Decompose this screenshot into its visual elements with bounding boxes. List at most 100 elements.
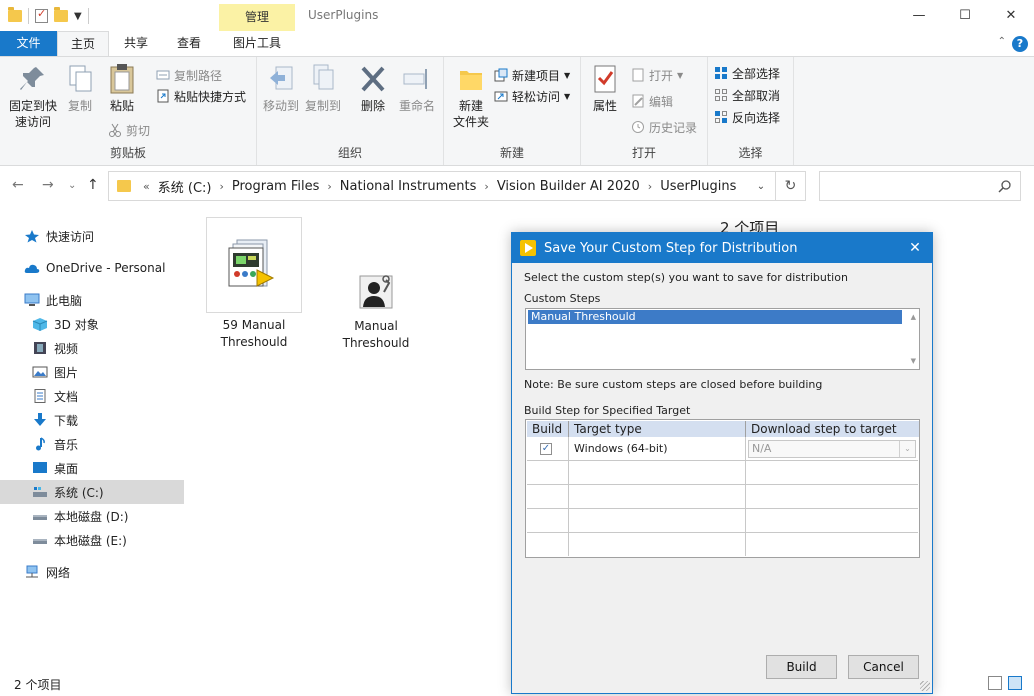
file-item[interactable]: 59 Manual Threshould	[206, 217, 302, 351]
vision-plugin-icon	[228, 239, 275, 287]
file-name-line2: Threshould	[220, 335, 288, 349]
large-icons-view-icon[interactable]	[1008, 676, 1022, 690]
tab-home[interactable]: 主页	[57, 31, 109, 57]
sidebar-item-3d-objects[interactable]: 3D 对象	[32, 312, 99, 336]
sidebar-item-drive-e[interactable]: 本地磁盘 (E:)	[32, 528, 127, 552]
custom-steps-list[interactable]: Manual Threshould ▲ ▼	[525, 308, 920, 370]
empty-cell	[569, 485, 746, 508]
recent-locations-icon[interactable]: ⌄	[68, 180, 76, 191]
address-dropdown-icon[interactable]: ⌄	[746, 171, 776, 201]
sidebar-item-this-pc[interactable]: 此电脑	[24, 288, 82, 312]
file-name-line2: Threshould	[342, 336, 410, 350]
dialog-close-button[interactable]: ✕	[898, 233, 932, 263]
build-button[interactable]: Build	[766, 655, 837, 679]
column-header-build[interactable]: Build	[527, 421, 569, 437]
breadcrumb-separator[interactable]: ›	[215, 180, 227, 193]
delete-button[interactable]: 删除	[355, 63, 391, 114]
empty-cell	[569, 509, 746, 532]
sidebar-item-music[interactable]: 音乐	[32, 432, 78, 456]
breadcrumb-overflow[interactable]: «	[139, 180, 154, 193]
maximize-button[interactable]: ☐	[942, 0, 988, 31]
sidebar-item-drive-c[interactable]: 系统 (C:)	[0, 480, 184, 504]
paste-shortcut-button[interactable]: 粘贴快捷方式	[156, 86, 246, 106]
refresh-icon[interactable]: ↻	[776, 171, 806, 201]
rename-button[interactable]: 重命名	[395, 63, 439, 114]
invert-selection-button[interactable]: 反向选择	[714, 107, 780, 127]
column-header-download[interactable]: Download step to target	[746, 421, 919, 437]
select-none-button[interactable]: 全部取消	[714, 85, 780, 105]
sidebar-item-label: 此电脑	[46, 293, 83, 308]
breadcrumb-item[interactable]: 系统 (C:)	[154, 177, 216, 196]
edit-button[interactable]: 编辑	[631, 91, 673, 111]
sidebar-item-desktop[interactable]: 桌面	[32, 456, 78, 480]
cancel-button[interactable]: Cancel	[848, 655, 919, 679]
sidebar-item-drive-d[interactable]: 本地磁盘 (D:)	[32, 504, 128, 528]
window-title: UserPlugins	[308, 8, 379, 22]
copy-path-button[interactable]: 复制路径	[156, 65, 222, 85]
table-row[interactable]: ✓ Windows (64-bit) N/A ⌄	[527, 437, 918, 461]
breadcrumb-separator[interactable]: ›	[480, 180, 492, 193]
sidebar-item-downloads[interactable]: 下载	[32, 408, 78, 432]
back-arrow-icon[interactable]: ←	[12, 177, 24, 193]
close-button[interactable]: ✕	[988, 0, 1034, 31]
copy-button[interactable]: 复制	[62, 63, 98, 114]
history-button[interactable]: 历史记录	[631, 117, 697, 137]
resize-grip[interactable]	[920, 681, 930, 691]
drive-icon	[32, 485, 48, 499]
breadcrumb-item[interactable]: Vision Builder AI 2020	[493, 179, 644, 194]
column-header-target-type[interactable]: Target type	[569, 421, 746, 437]
move-to-button[interactable]: 移动到	[261, 63, 301, 114]
new-folder-icon[interactable]	[54, 7, 68, 22]
file-item[interactable]: Manual Threshould	[328, 268, 424, 352]
tab-view[interactable]: 查看	[163, 31, 215, 56]
cut-button[interactable]: 剪切	[108, 120, 150, 140]
scroll-down-icon[interactable]: ▼	[911, 357, 916, 365]
easy-access-button[interactable]: 轻松访问 ▼	[494, 86, 570, 106]
sidebar-item-pictures[interactable]: 图片	[32, 360, 78, 384]
build-cell: ✓	[527, 437, 569, 460]
sidebar-item-label: 图片	[54, 365, 79, 380]
new-item-button[interactable]: 新建项目 ▼	[494, 65, 570, 85]
file-name-line1: 59 Manual	[222, 318, 286, 332]
open-button[interactable]: 打开 ▼	[631, 65, 683, 85]
forward-arrow-icon[interactable]: →	[42, 177, 54, 193]
sidebar-item-onedrive[interactable]: OneDrive - Personal	[24, 256, 165, 280]
vision-builder-icon	[520, 240, 536, 256]
new-group-label: 新建	[499, 146, 524, 160]
edit-label: 编辑	[649, 94, 674, 109]
help-icon[interactable]: ?	[1012, 36, 1028, 52]
breadcrumb-separator[interactable]: ›	[323, 180, 335, 193]
sidebar-item-videos[interactable]: 视频	[32, 336, 78, 360]
up-arrow-icon[interactable]: ↑	[87, 177, 99, 193]
drive-icon	[32, 509, 48, 523]
select-all-button[interactable]: 全部选择	[714, 63, 780, 83]
breadcrumb-item[interactable]: National Instruments	[336, 179, 481, 194]
breadcrumb-item[interactable]: Program Files	[228, 179, 324, 194]
sidebar-item-label: 下载	[54, 413, 79, 428]
address-bar[interactable]: « 系统 (C:) › Program Files › National Ins…	[108, 171, 776, 201]
properties-icon[interactable]	[35, 7, 48, 23]
collapse-ribbon-icon[interactable]: ⌃	[998, 36, 1006, 47]
document-icon	[32, 389, 48, 403]
breadcrumb-separator[interactable]: ›	[644, 180, 656, 193]
sidebar-item-documents[interactable]: 文档	[32, 384, 78, 408]
new-folder-button[interactable]: 新建 文件夹	[448, 63, 494, 130]
build-checkbox[interactable]: ✓	[540, 443, 552, 455]
customize-toolbar-icon[interactable]: ▼	[74, 11, 82, 22]
tab-picture-tools[interactable]: 图片工具	[219, 31, 295, 56]
search-input[interactable]	[819, 171, 1021, 201]
breadcrumb-item[interactable]: UserPlugins	[656, 179, 740, 194]
tab-file[interactable]: 文件	[0, 31, 57, 56]
paste-button[interactable]: 粘贴	[102, 63, 142, 114]
sidebar-item-network[interactable]: 网络	[24, 560, 70, 584]
list-item[interactable]: Manual Threshould	[528, 310, 902, 324]
copy-to-button[interactable]: 复制到	[303, 63, 343, 114]
sidebar-item-quick-access[interactable]: 快速访问	[24, 224, 94, 248]
pin-quick-access-button[interactable]: 固定到快 速访问	[4, 63, 62, 130]
delete-x-icon	[358, 63, 388, 95]
details-view-icon[interactable]	[988, 676, 1002, 690]
tab-share[interactable]: 共享	[110, 31, 162, 56]
properties-button[interactable]: 属性	[587, 63, 623, 114]
scroll-up-icon[interactable]: ▲	[911, 313, 916, 321]
minimize-button[interactable]: —	[896, 0, 942, 31]
